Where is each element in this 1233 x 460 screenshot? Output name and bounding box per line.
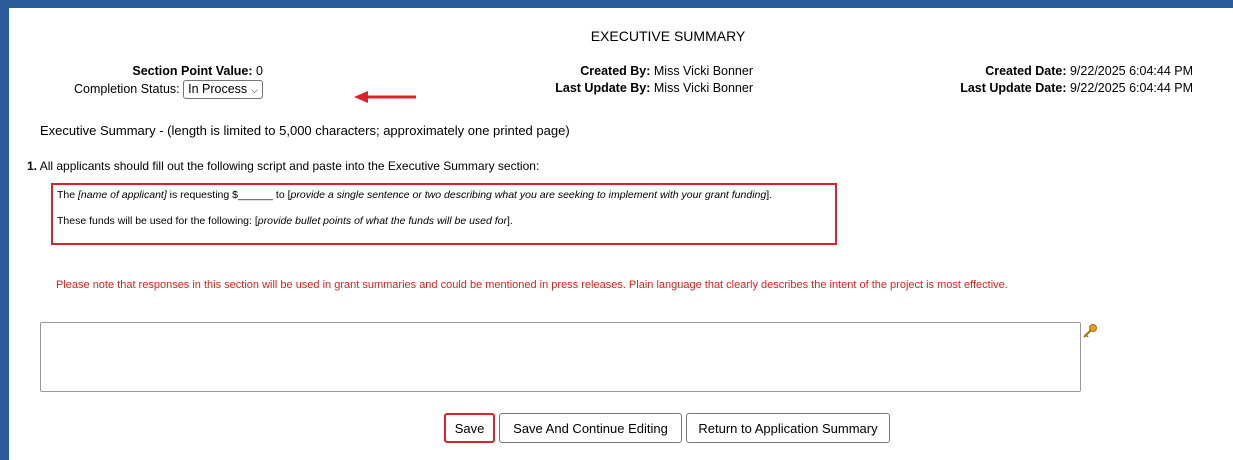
author-meta: Created By: Miss Vicki Bonner Last Updat… — [555, 63, 753, 97]
chevron-down-icon: ⌵ — [251, 85, 258, 95]
date-meta: Created Date: 9/22/2025 6:04:44 PM Last … — [960, 63, 1193, 97]
return-to-summary-button[interactable]: Return to Application Summary — [686, 413, 890, 443]
last-update-date: 9/22/2025 6:04:44 PM — [1069, 81, 1193, 95]
section-meta: Section Point Value: 0 Completion Status… — [74, 63, 263, 99]
created-by-label: Created By: — [580, 64, 651, 78]
created-by: Miss Vicki Bonner — [653, 64, 753, 78]
executive-summary-textarea[interactable] — [40, 322, 1081, 392]
script-line-2: These funds will be used for the followi… — [57, 215, 513, 227]
instruction-number: 1. — [27, 159, 38, 173]
created-date-label: Created Date: — [985, 64, 1067, 78]
arrow-left-icon — [354, 91, 416, 103]
point-value: 0 — [256, 64, 263, 78]
last-update-by: Miss Vicki Bonner — [653, 81, 753, 95]
point-value-label: Section Point Value: — [132, 64, 253, 78]
created-date: 9/22/2025 6:04:44 PM — [1069, 64, 1193, 78]
completion-status-value: In Process — [188, 82, 248, 96]
section-description: Executive Summary - (length is limited t… — [40, 123, 570, 138]
key-icon[interactable] — [1082, 323, 1098, 339]
last-update-by-label: Last Update By: — [555, 81, 651, 95]
page-title: EXECUTIVE SUMMARY — [590, 28, 746, 44]
script-line-1: The [name of applicant] is requesting $_… — [57, 189, 773, 201]
instruction-text: All applicants should fill out the follo… — [39, 159, 540, 173]
save-and-continue-button[interactable]: Save And Continue Editing — [499, 413, 682, 443]
page-frame: EXECUTIVE SUMMARY Section Point Value: 0… — [9, 8, 1233, 460]
instruction: 1. All applicants should fill out the fo… — [27, 159, 539, 173]
press-release-note: Please note that responses in this secti… — [56, 279, 1008, 291]
last-update-date-label: Last Update Date: — [960, 81, 1067, 95]
completion-status-select[interactable]: In Process ⌵ — [183, 80, 263, 99]
script-template-box: The [name of applicant] is requesting $_… — [51, 183, 837, 245]
save-button[interactable]: Save — [444, 413, 495, 443]
completion-status-label: Completion Status: — [74, 82, 180, 96]
